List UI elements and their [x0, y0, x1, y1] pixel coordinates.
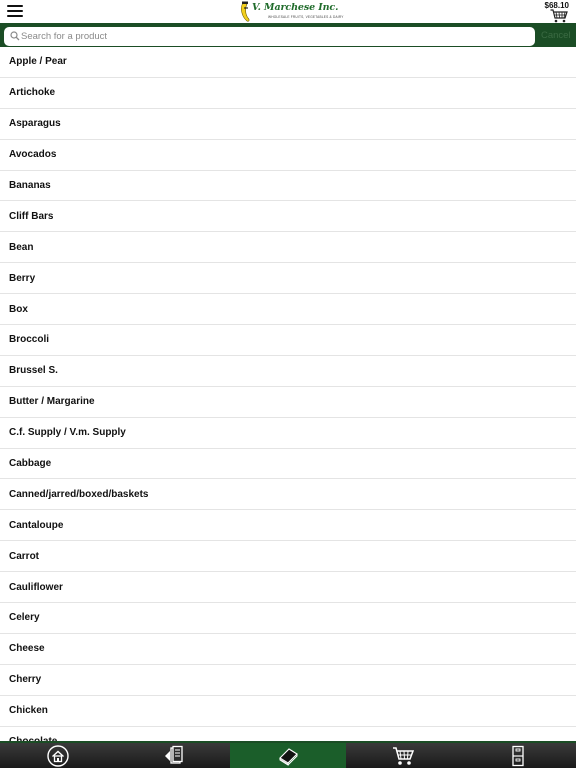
cart-icon — [393, 746, 415, 765]
list-item-label: Cabbage — [9, 458, 52, 470]
list-item[interactable]: Cliff Bars — [0, 201, 576, 233]
tab-more[interactable] — [461, 743, 576, 768]
list-item[interactable]: Brussel S. — [0, 356, 576, 387]
list-item[interactable]: Chicken — [0, 696, 576, 727]
list-item-label: Asparagus — [9, 118, 61, 130]
product-category-list[interactable]: Apple / Pear Artichoke Asparagus Avocados Ba… — [0, 47, 576, 741]
list-item[interactable]: Carrot — [0, 541, 576, 573]
list-item[interactable]: Asparagus — [0, 109, 576, 140]
list-item[interactable]: Cherry — [0, 665, 576, 696]
hamburger-menu-icon[interactable] — [7, 5, 23, 19]
list-item[interactable]: Cheese — [0, 634, 576, 665]
bottom-tab-bar — [0, 741, 576, 768]
list-item[interactable]: Cantaloupe — [0, 510, 576, 542]
list-item[interactable]: Chocolate — [0, 727, 576, 741]
list-item-label: Carrot — [9, 550, 40, 562]
tab-orders[interactable] — [115, 743, 230, 768]
search-icon — [10, 31, 20, 41]
list-item[interactable]: Celery — [0, 603, 576, 634]
tab-catalog[interactable] — [230, 743, 346, 768]
list-item-label: Celery — [9, 612, 40, 624]
tab-cart[interactable] — [346, 743, 461, 768]
list-item-label: C.f. Supply / V.m. Supply — [9, 427, 126, 439]
list-item[interactable]: Avocados — [0, 140, 576, 171]
list-item[interactable]: Bean — [0, 232, 576, 264]
brand-logo: V. Marchese Inc. WHOLESALE FRUITS, VEGET… — [238, 1, 343, 23]
app-header: V. Marchese Inc. WHOLESALE FRUITS, VEGET… — [0, 0, 576, 23]
list-item[interactable]: Box — [0, 294, 576, 326]
list-item[interactable]: C.f. Supply / V.m. Supply — [0, 418, 576, 449]
list-item-label: Butter / Margarine — [9, 396, 95, 408]
list-item[interactable]: Cabbage — [0, 449, 576, 480]
list-item[interactable]: Bananas — [0, 171, 576, 202]
list-item-label: Apple / Pear — [9, 56, 67, 68]
search-input[interactable] — [21, 28, 521, 45]
list-item[interactable]: Artichoke — [0, 78, 576, 109]
header-cart-icon[interactable] — [550, 9, 568, 23]
list-item-label: Bananas — [9, 180, 51, 191]
logo-name: V. Marchese Inc. — [252, 2, 339, 13]
cancel-button[interactable]: Cancel — [541, 30, 571, 41]
list-item[interactable]: Canned/jarred/boxed/baskets — [0, 479, 576, 511]
list-item[interactable]: Berry — [0, 263, 576, 295]
list-item-label: Brussel S. — [9, 365, 58, 377]
tab-home[interactable] — [0, 743, 115, 768]
book-icon — [279, 747, 298, 766]
cabinet-icon — [512, 745, 524, 766]
list-item-label: Avocados — [9, 149, 57, 161]
list-item-label: Canned/jarred/boxed/baskets — [9, 488, 149, 500]
list-item-label: Berry — [9, 272, 36, 284]
list-item-label: Cherry — [9, 674, 42, 686]
list-item-label: Cauliflower — [9, 581, 63, 593]
search-field[interactable] — [4, 27, 535, 46]
list-item-label: Broccoli — [9, 334, 50, 346]
list-item[interactable]: Cauliflower — [0, 572, 576, 604]
list-item-label: Cliff Bars — [9, 210, 54, 222]
list-item[interactable]: Butter / Margarine — [0, 387, 576, 418]
list-item-label: Artichoke — [9, 87, 56, 99]
search-bar: Cancel — [0, 23, 576, 47]
home-icon — [46, 744, 69, 767]
list-item-label: Chicken — [9, 705, 48, 717]
documents-icon — [164, 745, 183, 764]
logo-tagline: WHOLESALE FRUITS, VEGETABLES & DAIRY — [268, 15, 344, 19]
list-item-label: Cantaloupe — [9, 519, 64, 531]
list-item-label: Box — [9, 303, 28, 315]
list-item-label: Cheese — [9, 643, 45, 655]
list-item[interactable]: Broccoli — [0, 325, 576, 356]
list-item-label: Bean — [9, 241, 34, 253]
list-item[interactable]: Apple / Pear — [0, 47, 576, 78]
